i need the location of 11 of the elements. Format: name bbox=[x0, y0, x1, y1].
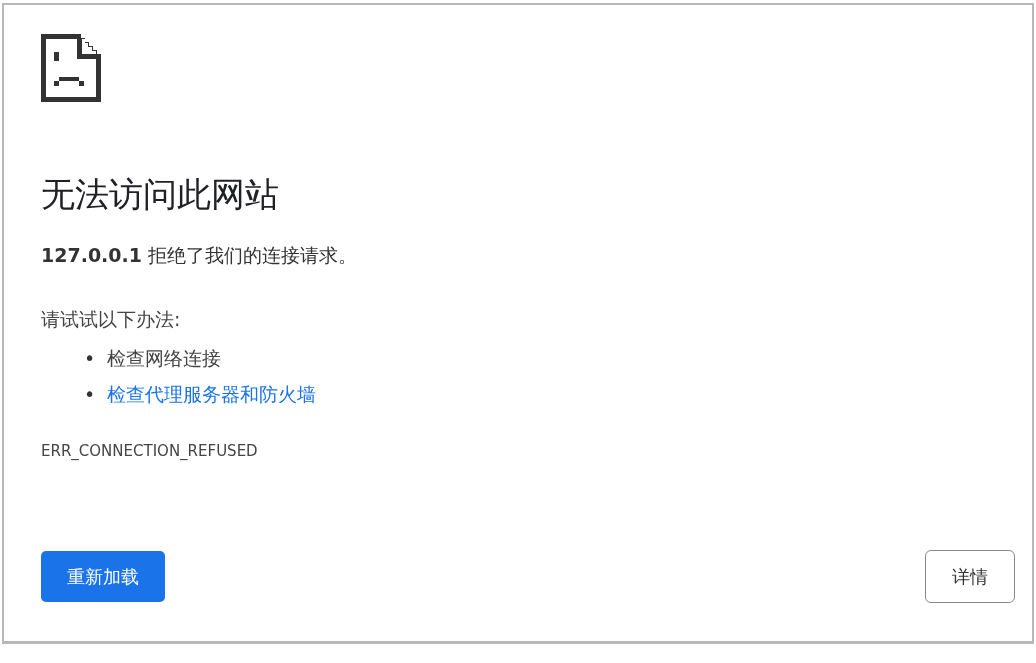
suggestion-text: 检查网络连接 bbox=[107, 346, 221, 369]
details-button[interactable]: 详情 bbox=[925, 550, 1015, 603]
reload-button[interactable]: 重新加载 bbox=[41, 551, 165, 602]
bullet-marker: • bbox=[84, 381, 97, 407]
error-code: ERR_CONNECTION_REFUSED bbox=[41, 440, 259, 462]
suggestions-heading: 请试试以下办法: bbox=[41, 307, 182, 333]
bullet-marker: • bbox=[84, 345, 97, 371]
error-title: 无法访问此网站 bbox=[41, 174, 280, 215]
sad-page-icon bbox=[41, 34, 101, 102]
suggestion-link[interactable]: 检查代理服务器和防火墙 bbox=[107, 382, 316, 405]
error-message: 127.0.0.1 拒绝了我们的连接请求。 bbox=[41, 242, 359, 268]
